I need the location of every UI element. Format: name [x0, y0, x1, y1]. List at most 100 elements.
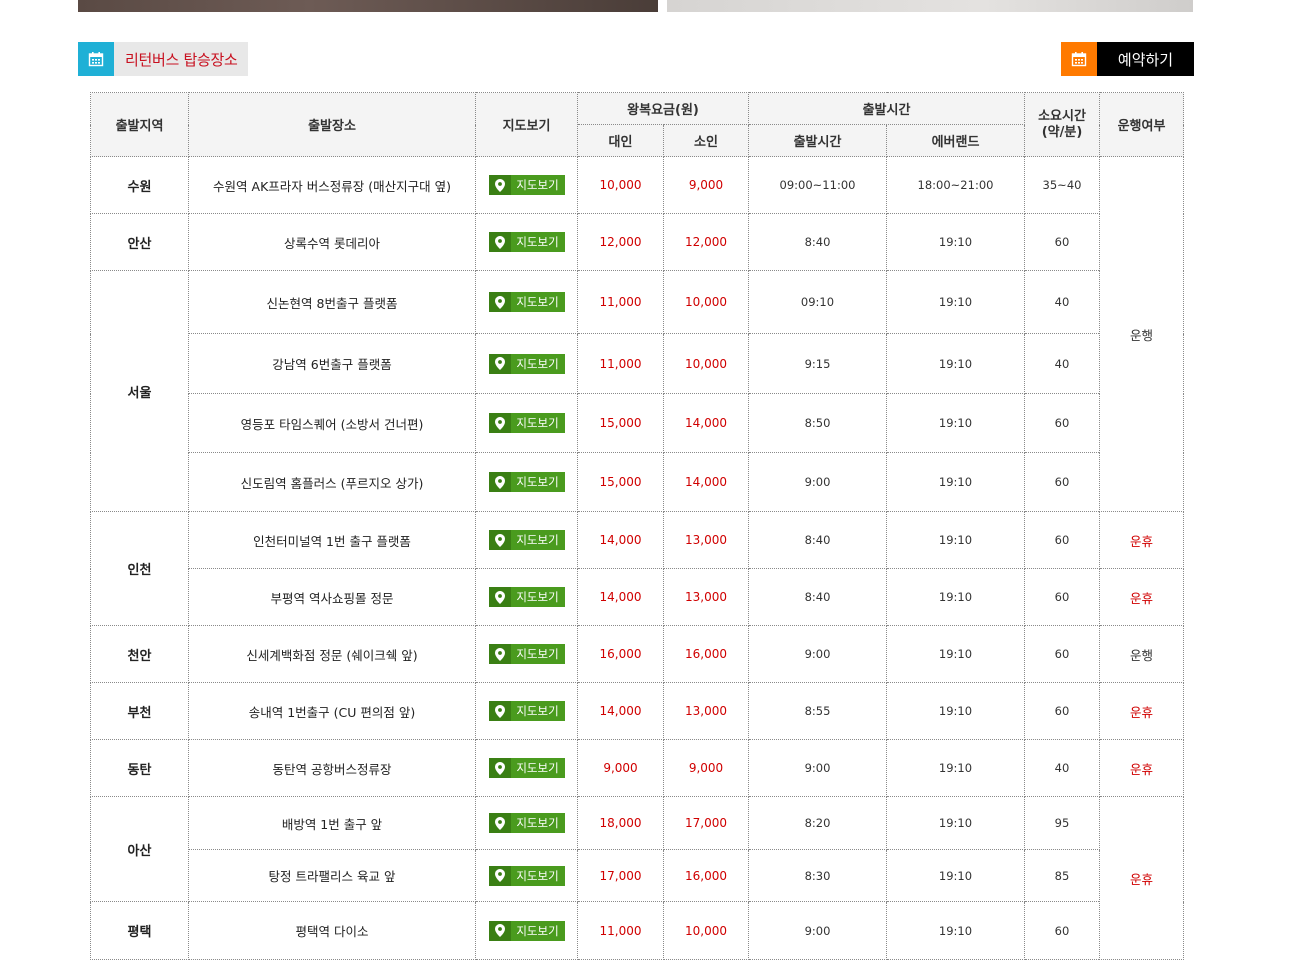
- region-cell: 천안: [90, 625, 189, 683]
- map-view-label: 지도보기: [516, 475, 559, 489]
- map-view-label: 지도보기: [516, 704, 559, 718]
- duration-cell: 60: [1024, 393, 1100, 453]
- status-cell: 운행: [1099, 625, 1184, 683]
- map-view-button[interactable]: 지도보기: [488, 353, 565, 374]
- header-place: 출발장소: [188, 92, 476, 157]
- map-view-button[interactable]: 지도보기: [488, 587, 565, 607]
- adult-fare-cell: 15,000: [577, 393, 664, 453]
- duration-cell: 85: [1024, 849, 1100, 902]
- map-view-label: 지도보기: [516, 295, 559, 309]
- status-cell: 운행: [1099, 156, 1184, 512]
- duration-cell: 95: [1024, 796, 1100, 850]
- status-cell: 운휴: [1099, 568, 1184, 626]
- region-cell: 서울: [90, 270, 189, 512]
- status-cell: 운휴: [1099, 739, 1184, 797]
- duration-cell: 60: [1024, 682, 1100, 740]
- map-view-button[interactable]: 지도보기: [488, 758, 565, 778]
- child-fare-cell: 13,000: [663, 568, 749, 626]
- everland-time-cell: 19:10: [886, 213, 1025, 271]
- adult-fare-cell: 11,000: [577, 333, 664, 394]
- header-adult: 대인: [577, 124, 664, 157]
- child-fare-cell: 10,000: [663, 901, 749, 960]
- table-row: 탕정 트라팰리스 육교 앞 지도보기 17,000 16,000 8:30 19:10 85: [91, 849, 1184, 902]
- depart-time-cell: 8:20: [748, 796, 887, 850]
- place-cell: 인천터미널역 1번 출구 플랫폼: [188, 511, 476, 569]
- map-pin-icon: [488, 472, 511, 492]
- map-view-button[interactable]: 지도보기: [488, 865, 565, 886]
- everland-time-cell: 19:10: [886, 511, 1025, 569]
- duration-cell: 60: [1024, 901, 1100, 960]
- adult-fare-cell: 12,000: [577, 213, 664, 271]
- duration-cell: 40: [1024, 739, 1100, 797]
- table-row: 동탄 동탄역 공항버스정류장 지도보기 9,000 9,000 9:00 19:10 40 운휴: [90, 739, 1184, 797]
- table-row: 부평역 역사쇼핑몰 정문 지도보기 14,000 13,000 8:40 19:10 60 운…: [91, 568, 1184, 626]
- map-view-button[interactable]: 지도보기: [488, 530, 565, 550]
- map-pin-icon: [488, 175, 511, 195]
- depart-time-cell: 8:40: [748, 568, 887, 626]
- adult-fare-cell: 14,000: [577, 682, 664, 740]
- everland-time-cell: 19:10: [886, 333, 1025, 394]
- everland-time-cell: 19:10: [886, 393, 1025, 453]
- everland-time-cell: 19:10: [886, 270, 1025, 334]
- map-pin-icon: [488, 353, 511, 374]
- header-duration: 소요시간 (약/분): [1024, 92, 1100, 157]
- child-fare-cell: 10,000: [663, 333, 749, 394]
- duration-cell: 60: [1024, 568, 1100, 626]
- duration-cell: 60: [1024, 452, 1100, 512]
- depart-time-cell: 8:40: [748, 511, 887, 569]
- adult-fare-cell: 11,000: [577, 901, 664, 960]
- child-fare-cell: 16,000: [663, 849, 749, 902]
- depart-time-cell: 09:00~11:00: [748, 156, 887, 214]
- depart-time-cell: 8:40: [748, 213, 887, 271]
- child-fare-cell: 9,000: [663, 156, 749, 214]
- calendar-icon: [1061, 42, 1097, 76]
- map-view-button[interactable]: 지도보기: [488, 472, 565, 492]
- place-cell: 송내역 1번출구 (CU 편의점 앞): [188, 682, 476, 740]
- depart-time-cell: 8:50: [748, 393, 887, 453]
- map-pin-icon: [488, 232, 511, 252]
- map-view-button[interactable]: 지도보기: [488, 813, 565, 833]
- region-cell: 수원: [90, 156, 189, 214]
- banner-photo-right: [667, 0, 1193, 12]
- table-row: 안산 상록수역 롯데리아 지도보기 12,000 12,000 8:40 19:10 60: [90, 213, 1184, 271]
- table-row: 천안 신세계백화점 정문 (쉐이크쉑 앞) 지도보기 16,000 16,000 9:00…: [90, 625, 1184, 683]
- place-cell: 상록수역 롯데리아: [188, 213, 476, 271]
- region-cell: 인천: [90, 511, 189, 626]
- place-cell: 신논현역 8번출구 플랫폼: [188, 270, 476, 334]
- map-view-label: 지도보기: [516, 816, 559, 830]
- child-fare-cell: 14,000: [663, 393, 749, 453]
- depart-time-cell: 8:30: [748, 849, 887, 902]
- adult-fare-cell: 16,000: [577, 625, 664, 683]
- map-pin-icon: [488, 644, 511, 664]
- child-fare-cell: 10,000: [663, 270, 749, 334]
- map-view-button[interactable]: 지도보기: [488, 292, 565, 312]
- table-row: 강남역 6번출구 플랫폼 지도보기 11,000 10,000 9:15 19:10 40: [91, 333, 1184, 394]
- duration-cell: 60: [1024, 511, 1100, 569]
- everland-time-cell: 19:10: [886, 682, 1025, 740]
- map-view-button[interactable]: 지도보기: [488, 413, 565, 433]
- table-row: 영등포 타임스퀘어 (소방서 건너편) 지도보기 15,000 14,000 8:50 1…: [91, 393, 1184, 453]
- map-view-button[interactable]: 지도보기: [488, 232, 565, 252]
- table-row: 신도림역 홈플러스 (푸르지오 상가) 지도보기 15,000 14,000 9:00 1…: [91, 452, 1184, 512]
- map-view-button[interactable]: 지도보기: [488, 920, 565, 941]
- map-view-button[interactable]: 지도보기: [488, 701, 565, 721]
- map-view-button[interactable]: 지도보기: [488, 644, 565, 664]
- depart-time-cell: 9:15: [748, 333, 887, 394]
- header-time: 출발시간: [748, 92, 1025, 125]
- map-pin-icon: [488, 813, 511, 833]
- place-cell: 배방역 1번 출구 앞: [188, 796, 476, 850]
- map-view-button[interactable]: 지도보기: [488, 175, 565, 195]
- region-cell: 안산: [90, 213, 189, 271]
- child-fare-cell: 13,000: [663, 511, 749, 569]
- reserve-button[interactable]: 예약하기: [1061, 42, 1194, 76]
- map-pin-icon: [488, 413, 511, 433]
- header-everland: 에버랜드: [886, 124, 1025, 157]
- table-row: 인천 인천터미널역 1번 출구 플랫폼 지도보기 14,000 13,000 8:40 19…: [90, 511, 1184, 626]
- everland-time-cell: 19:10: [886, 568, 1025, 626]
- header-map: 지도보기: [475, 92, 578, 157]
- child-fare-cell: 16,000: [663, 625, 749, 683]
- child-fare-cell: 13,000: [663, 682, 749, 740]
- map-view-label: 지도보기: [516, 356, 559, 371]
- map-view-label: 지도보기: [516, 178, 559, 192]
- map-view-label: 지도보기: [516, 235, 559, 249]
